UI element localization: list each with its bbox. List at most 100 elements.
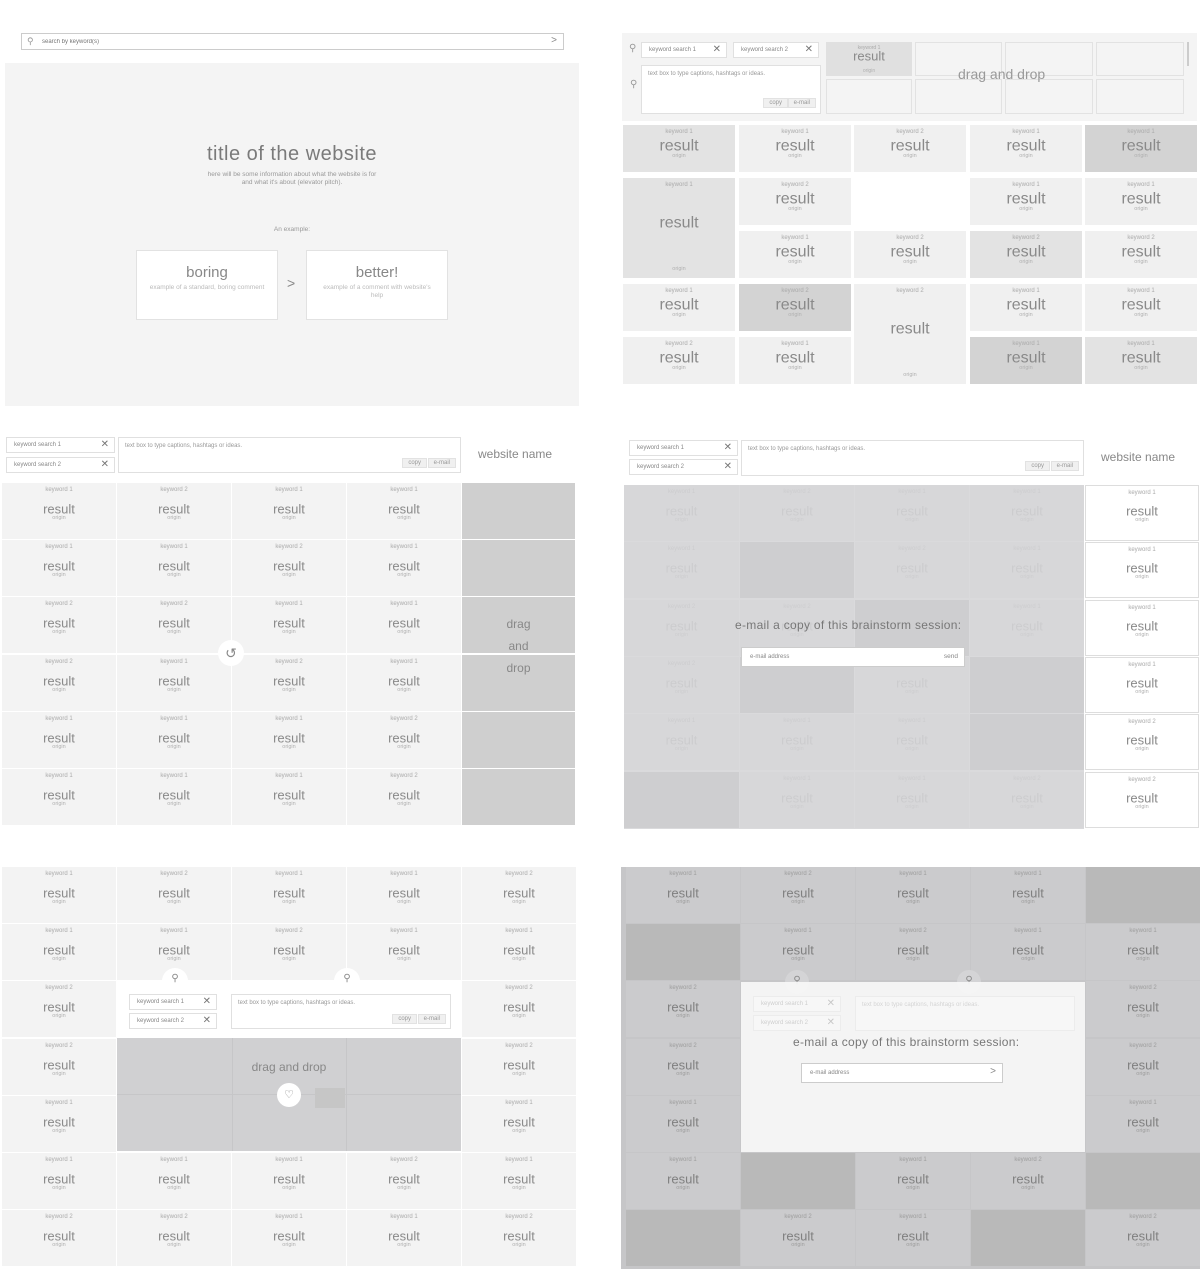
caption-textbox[interactable]: text box to type captions, hashtags or i… (118, 437, 461, 473)
result-tile[interactable]: keyword 1resultorigin (117, 1153, 231, 1209)
empty-slot[interactable] (626, 1210, 740, 1267)
result-tile[interactable]: keyword 2resultorigin (232, 654, 346, 711)
result-tile[interactable]: keyword 1resultorigin (626, 867, 740, 923)
result-tile[interactable]: keyword 2resultorigin (1086, 1210, 1200, 1267)
result-tile[interactable]: keyword 1resultorigin (117, 711, 231, 768)
close-icon[interactable]: ✕ (724, 461, 732, 472)
result-tile[interactable]: keyword 1resultorigin (856, 1210, 970, 1267)
result-tile[interactable]: keyword 1resultorigin (1086, 924, 1200, 981)
heart-icon[interactable]: ♡ (277, 1083, 301, 1107)
keyword-chip-1[interactable]: keyword search 1 ✕ (629, 440, 738, 456)
close-icon[interactable]: ✕ (101, 459, 109, 470)
result-tile[interactable]: keyword 1resultorigin (232, 711, 346, 768)
result-tile[interactable]: keyword 2resultorigin (1085, 231, 1197, 278)
search-input[interactable] (42, 36, 522, 47)
result-tile[interactable]: keyword 2resultorigin (854, 284, 966, 384)
result-tile[interactable]: keyword 1resultorigin (2, 769, 116, 825)
result-tile[interactable]: keyword 1resultorigin (623, 125, 735, 172)
result-tile[interactable]: keyword 2resultorigin (623, 337, 735, 384)
chevron-right-icon[interactable]: > (551, 35, 557, 46)
email-field[interactable]: e-mail address > (801, 1063, 1003, 1083)
email-field[interactable]: e-mail address send (741, 647, 965, 667)
result-tile[interactable]: keyword 1resultorigin (232, 867, 346, 923)
caption-textbox[interactable]: text box to type captions, hashtags or i… (741, 440, 1084, 476)
result-tile[interactable]: keyword 2resultorigin (347, 1153, 461, 1209)
result-tile[interactable]: keyword 1resultorigin (970, 178, 1082, 225)
empty-slot[interactable] (741, 1153, 855, 1209)
result-tile[interactable]: keyword 1resultorigin (623, 284, 735, 331)
result-tile[interactable]: keyword 1resultorigin (347, 867, 461, 923)
result-tile[interactable]: keyword 1resultorigin (971, 867, 1085, 923)
close-icon[interactable]: ✕ (724, 442, 732, 453)
drop-slot[interactable] (1096, 42, 1184, 76)
result-tile[interactable]: keyword 2resultorigin (856, 924, 970, 981)
drop-slot[interactable] (915, 79, 1002, 114)
result-tile[interactable]: keyword 2resultorigin (854, 231, 966, 278)
result-tile[interactable]: keyword 1 result origin (826, 42, 912, 76)
result-tile[interactable]: keyword 2resultorigin (739, 178, 851, 225)
result-tile[interactable]: keyword 2resultorigin (2, 981, 116, 1038)
result-tile[interactable]: keyword 1resultorigin (739, 337, 851, 384)
result-tile[interactable]: keyword 1resultorigin (232, 769, 346, 825)
caption-textbox[interactable]: text box to type captions, hashtags or i… (641, 65, 821, 114)
close-icon[interactable]: ✕ (713, 44, 721, 55)
keyword-chip-2[interactable]: keyword search 2 ✕ (129, 1013, 217, 1029)
empty-slot[interactable] (971, 1210, 1085, 1267)
result-tile[interactable]: keyword 1resultorigin (2, 540, 116, 597)
result-tile[interactable]: keyword 1resultorigin (117, 654, 231, 711)
result-tile[interactable]: keyword 1resultorigin (626, 1153, 740, 1209)
close-icon[interactable]: ✕ (203, 996, 211, 1007)
empty-slot[interactable] (1086, 1153, 1200, 1209)
result-tile[interactable]: keyword 2resultorigin (1086, 981, 1200, 1038)
copy-button[interactable]: copy (402, 458, 427, 468)
keyword-chip-1[interactable]: keyword search 1 ✕ (6, 437, 115, 453)
result-tile[interactable]: keyword 1resultorigin (1085, 485, 1199, 541)
copy-button[interactable]: copy (763, 98, 788, 108)
keyword-chip-1[interactable]: keyword search 1 ✕ (129, 994, 217, 1010)
result-tile[interactable]: keyword 1resultorigin (347, 540, 461, 597)
result-tile[interactable]: keyword 2resultorigin (117, 1210, 231, 1267)
result-tile[interactable]: keyword 2resultorigin (232, 540, 346, 597)
drop-column[interactable]: drag and drop (462, 483, 575, 825)
result-tile[interactable]: keyword 1resultorigin (2, 711, 116, 768)
result-tile[interactable]: keyword 1resultorigin (739, 125, 851, 172)
result-tile[interactable]: keyword 2resultorigin (741, 867, 855, 923)
drag-ghost[interactable] (315, 1088, 345, 1108)
result-tile[interactable]: keyword 1resultorigin (2, 867, 116, 923)
result-tile[interactable]: keyword 1resultorigin (1085, 656, 1199, 713)
result-tile[interactable]: keyword 1resultorigin (347, 1210, 461, 1267)
result-tile[interactable]: keyword 2resultorigin (971, 1153, 1085, 1209)
keyword-chip-1[interactable]: keyword search 1 ✕ (641, 42, 727, 58)
keyword-chip-2[interactable]: keyword search 2 ✕ (733, 42, 819, 58)
result-tile[interactable]: keyword 1resultorigin (232, 1153, 346, 1209)
result-tile[interactable]: keyword 2resultorigin (462, 1210, 576, 1267)
email-button[interactable]: e-mail (427, 458, 456, 468)
result-tile[interactable]: keyword 2resultorigin (626, 981, 740, 1038)
send-button[interactable]: > (990, 1066, 996, 1077)
result-tile[interactable]: keyword 1resultorigin (971, 924, 1085, 981)
result-tile[interactable]: keyword 2resultorigin (462, 1038, 576, 1095)
result-tile[interactable]: keyword 1resultorigin (2, 1153, 116, 1209)
result-tile[interactable]: keyword 2resultorigin (2, 1210, 116, 1267)
result-tile[interactable]: keyword 1resultorigin (1085, 337, 1197, 384)
email-button[interactable]: e-mail (787, 98, 816, 108)
result-tile[interactable]: keyword 1resultorigin (970, 337, 1082, 384)
result-tile[interactable]: keyword 2resultorigin (854, 125, 966, 172)
drop-slot[interactable] (826, 79, 912, 114)
result-tile[interactable]: keyword 2resultorigin (626, 1038, 740, 1095)
result-tile[interactable]: keyword 2resultorigin (232, 924, 346, 981)
empty-slot[interactable] (626, 924, 740, 981)
result-tile[interactable]: keyword 2resultorigin (970, 231, 1082, 278)
result-tile[interactable]: keyword 1resultorigin (347, 654, 461, 711)
result-tile[interactable]: keyword 2resultorigin (117, 483, 231, 539)
result-tile[interactable]: keyword 1resultorigin (970, 125, 1082, 172)
search-bar[interactable]: ⚲ > (21, 33, 564, 50)
result-tile[interactable]: keyword 2resultorigin (2, 597, 116, 654)
result-tile[interactable]: keyword 2resultorigin (2, 1038, 116, 1095)
result-tile[interactable]: keyword 1resultorigin (232, 483, 346, 539)
result-tile[interactable]: keyword 2resultorigin (462, 867, 576, 923)
email-button[interactable]: e-mail (417, 1014, 446, 1024)
empty-slot[interactable] (1086, 867, 1200, 923)
result-tile[interactable]: keyword 1resultorigin (347, 597, 461, 654)
lightbulb-icon[interactable]: ⚲ (334, 968, 360, 994)
